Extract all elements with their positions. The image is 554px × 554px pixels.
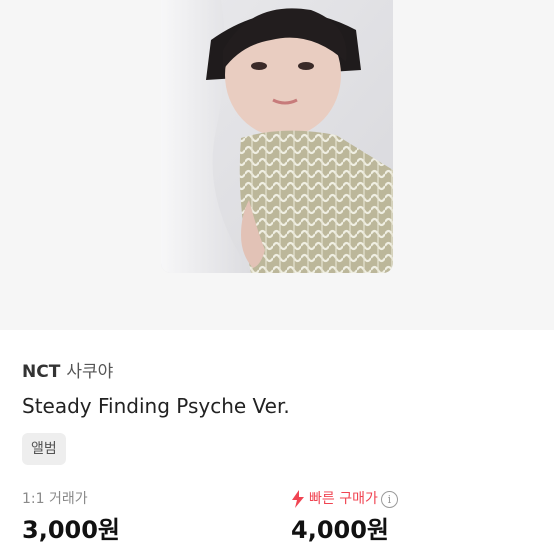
trade-price-block: 1:1 거래가 3,000원: [22, 489, 120, 545]
artist-name[interactable]: NCT: [22, 362, 60, 382]
artist-row: NCT 사쿠야: [22, 361, 113, 383]
trade-price-label: 1:1 거래가: [22, 491, 88, 507]
member-name[interactable]: 사쿠야: [66, 362, 113, 382]
photocard-image[interactable]: [161, 0, 393, 273]
quick-buy-price-value: 4,000원: [291, 516, 389, 544]
trade-price-value: 3,000원: [22, 516, 120, 544]
category-badge[interactable]: 앨범: [22, 433, 66, 465]
product-title: Steady Finding Psyche Ver.: [22, 394, 290, 418]
product-image-area: [0, 0, 554, 330]
quick-buy-label-row: 빠른 구매가 i: [291, 489, 398, 509]
lightning-bolt-icon: [291, 490, 305, 508]
quick-buy-price-block: 빠른 구매가 i 4,000원: [291, 489, 398, 545]
quick-buy-label: 빠른 구매가: [309, 491, 378, 507]
info-circle-icon[interactable]: i: [380, 490, 398, 508]
